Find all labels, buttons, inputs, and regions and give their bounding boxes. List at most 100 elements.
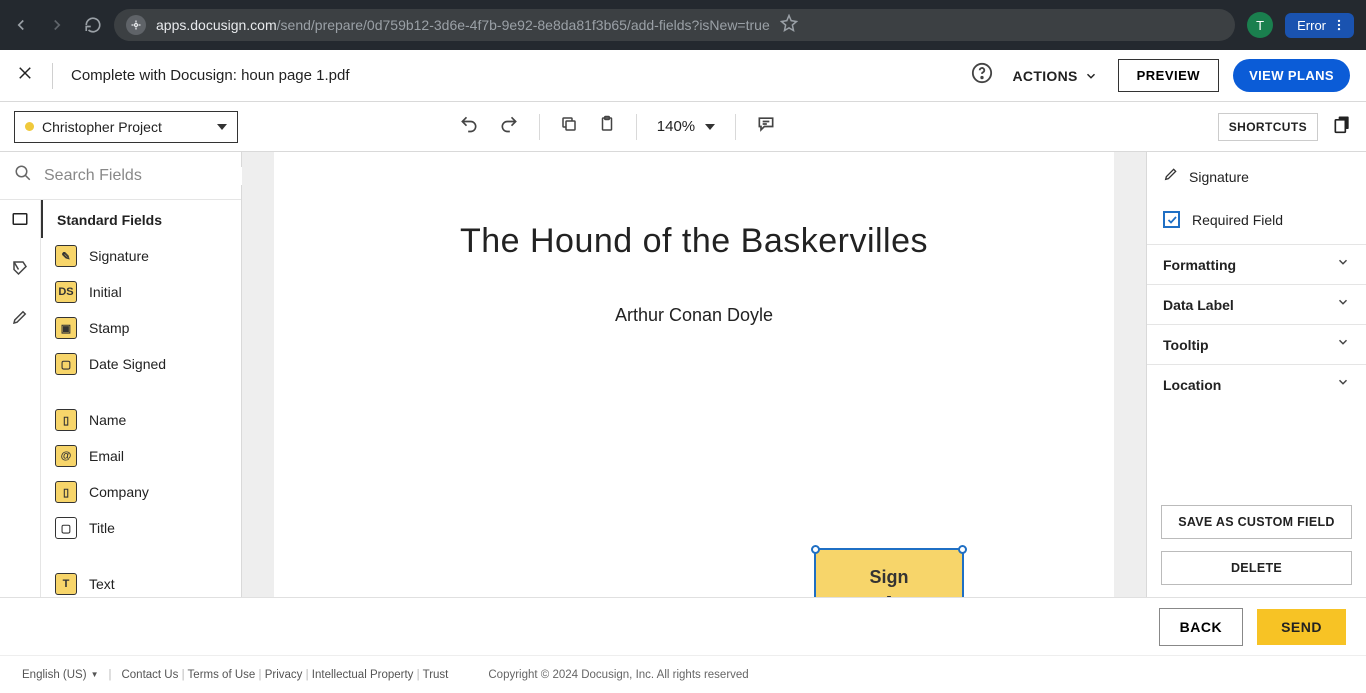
nav-forward-icon[interactable] bbox=[48, 16, 66, 34]
accordion-location[interactable]: Location bbox=[1147, 364, 1366, 404]
field-label: Initial bbox=[89, 284, 122, 300]
field-item-title[interactable]: ▢ Title bbox=[41, 510, 241, 546]
search-input[interactable] bbox=[44, 167, 251, 185]
field-item-name[interactable]: ▯Name bbox=[41, 402, 241, 438]
footer-link-intellectual-property[interactable]: Intellectual Property bbox=[312, 669, 414, 681]
field-type-icon: ▣ bbox=[55, 317, 77, 339]
chevron-down-icon bbox=[1084, 69, 1098, 83]
chevron-down-icon bbox=[1336, 255, 1350, 274]
site-info-icon[interactable] bbox=[126, 15, 146, 35]
footer-link-contact-us[interactable]: Contact Us bbox=[121, 669, 178, 681]
send-button[interactable]: SEND bbox=[1257, 609, 1346, 645]
separator bbox=[636, 114, 637, 140]
field-type-icon: T bbox=[55, 573, 77, 595]
accordion-data-label[interactable]: Data Label bbox=[1147, 284, 1366, 324]
chevron-down-icon bbox=[217, 124, 227, 130]
field-label: Stamp bbox=[89, 320, 129, 336]
field-item-initial[interactable]: DS Initial bbox=[41, 274, 241, 310]
extension-error-pill[interactable]: Error bbox=[1285, 13, 1354, 38]
zoom-value: 140% bbox=[657, 118, 695, 135]
app-header: Complete with Docusign: houn page 1.pdf … bbox=[0, 50, 1366, 102]
comment-icon[interactable] bbox=[756, 114, 776, 139]
shortcuts-button[interactable]: SHORTCUTS bbox=[1218, 113, 1318, 141]
recipient-dropdown[interactable]: Christopher Project bbox=[14, 111, 238, 143]
chevron-down-icon bbox=[1336, 375, 1350, 394]
delete-field-button[interactable]: DELETE bbox=[1161, 551, 1352, 585]
paste-icon[interactable] bbox=[598, 115, 616, 138]
accordion-title: Data Label bbox=[1163, 297, 1234, 313]
separator bbox=[52, 63, 53, 89]
accordion-title: Formatting bbox=[1163, 257, 1236, 273]
main-region: Standard Fields ✎SignatureDSInitial▣Stam… bbox=[0, 152, 1366, 597]
action-bar: BACK SEND bbox=[0, 597, 1366, 655]
field-type-icon: ▢ bbox=[55, 517, 77, 539]
help-icon[interactable] bbox=[971, 62, 993, 89]
property-title-row: Signature bbox=[1147, 152, 1366, 201]
resize-handle[interactable] bbox=[811, 545, 820, 554]
fields-sidebar: Standard Fields ✎SignatureDSInitial▣Stam… bbox=[0, 152, 242, 597]
field-item-signature[interactable]: ✎Signature bbox=[41, 238, 241, 274]
tab-standard-fields-icon[interactable] bbox=[11, 210, 29, 233]
undo-icon[interactable] bbox=[459, 114, 479, 139]
pencil-icon bbox=[1163, 166, 1179, 187]
field-type-icon: ▢ bbox=[55, 353, 77, 375]
toolbar: Christopher Project 140% SHORTCUTS bbox=[0, 102, 1366, 152]
field-item-text[interactable]: T Text bbox=[41, 566, 241, 597]
redo-icon[interactable] bbox=[499, 114, 519, 139]
accordion-tooltip[interactable]: Tooltip bbox=[1147, 324, 1366, 364]
properties-panel: Signature Required Field Formatting Data … bbox=[1146, 152, 1366, 597]
profile-avatar[interactable]: T bbox=[1247, 12, 1273, 38]
footer-link-terms-of-use[interactable]: Terms of Use bbox=[188, 669, 256, 681]
field-type-icon: ▯ bbox=[55, 481, 77, 503]
actions-dropdown[interactable]: ACTIONS bbox=[1007, 62, 1104, 90]
tab-custom-fields-icon[interactable] bbox=[11, 259, 29, 282]
field-item-company[interactable]: ▯Company bbox=[41, 474, 241, 510]
url-text: apps.docusign.com/send/prepare/0d759b12-… bbox=[156, 17, 770, 33]
footer-link-privacy[interactable]: Privacy bbox=[265, 669, 303, 681]
chevron-down-icon bbox=[1336, 295, 1350, 314]
required-checkbox[interactable] bbox=[1163, 211, 1180, 228]
legal-footer: English (US) ▼ | Contact Us | Terms of U… bbox=[0, 655, 1366, 693]
copy-icon[interactable] bbox=[560, 115, 578, 138]
recipient-color-dot bbox=[25, 122, 34, 131]
search-icon bbox=[14, 164, 32, 187]
property-field-type: Signature bbox=[1189, 169, 1249, 185]
preview-button[interactable]: PREVIEW bbox=[1118, 59, 1219, 92]
nav-reload-icon[interactable] bbox=[84, 16, 102, 34]
back-button[interactable]: BACK bbox=[1159, 608, 1243, 646]
footer-link-trust[interactable]: Trust bbox=[423, 669, 449, 681]
actions-label: ACTIONS bbox=[1013, 68, 1078, 84]
search-row bbox=[0, 152, 241, 200]
field-type-icon: DS bbox=[55, 281, 77, 303]
nav-back-icon[interactable] bbox=[12, 16, 30, 34]
field-label: Text bbox=[89, 576, 115, 592]
resize-handle[interactable] bbox=[958, 545, 967, 554]
field-label: Title bbox=[89, 520, 115, 536]
accordion-formatting[interactable]: Formatting bbox=[1147, 244, 1366, 284]
required-label: Required Field bbox=[1192, 212, 1283, 228]
tab-edit-icon[interactable] bbox=[11, 308, 29, 331]
field-item-date-signed[interactable]: ▢Date Signed bbox=[41, 346, 241, 382]
zoom-dropdown[interactable]: 140% bbox=[657, 118, 715, 135]
pages-panel-icon[interactable] bbox=[1332, 114, 1352, 139]
fields-list: Standard Fields ✎SignatureDSInitial▣Stam… bbox=[40, 200, 241, 597]
bookmark-star-icon[interactable] bbox=[780, 14, 798, 37]
save-custom-field-button[interactable]: SAVE AS CUSTOM FIELD bbox=[1161, 505, 1352, 539]
required-row: Required Field bbox=[1147, 201, 1366, 244]
document-page[interactable]: The Hound of the Baskervilles Arthur Con… bbox=[274, 152, 1114, 597]
field-item-email[interactable]: @Email bbox=[41, 438, 241, 474]
error-label: Error bbox=[1297, 18, 1326, 33]
field-type-icon: ▯ bbox=[55, 409, 77, 431]
close-icon[interactable] bbox=[16, 64, 34, 87]
page-subheading: Arthur Conan Doyle bbox=[324, 305, 1064, 326]
sidebar-tabs bbox=[0, 200, 40, 597]
accordion-title: Location bbox=[1163, 377, 1221, 393]
language-label: English (US) bbox=[22, 669, 87, 681]
signature-field[interactable]: Sign bbox=[814, 548, 964, 597]
canvas-scroll[interactable]: The Hound of the Baskervilles Arthur Con… bbox=[242, 152, 1146, 597]
url-bar[interactable]: apps.docusign.com/send/prepare/0d759b12-… bbox=[114, 9, 1235, 41]
language-selector[interactable]: English (US) ▼ bbox=[22, 669, 98, 681]
field-item-stamp[interactable]: ▣ Stamp bbox=[41, 310, 241, 346]
copyright-text: Copyright © 2024 Docusign, Inc. All righ… bbox=[488, 669, 748, 681]
view-plans-button[interactable]: VIEW PLANS bbox=[1233, 59, 1350, 92]
